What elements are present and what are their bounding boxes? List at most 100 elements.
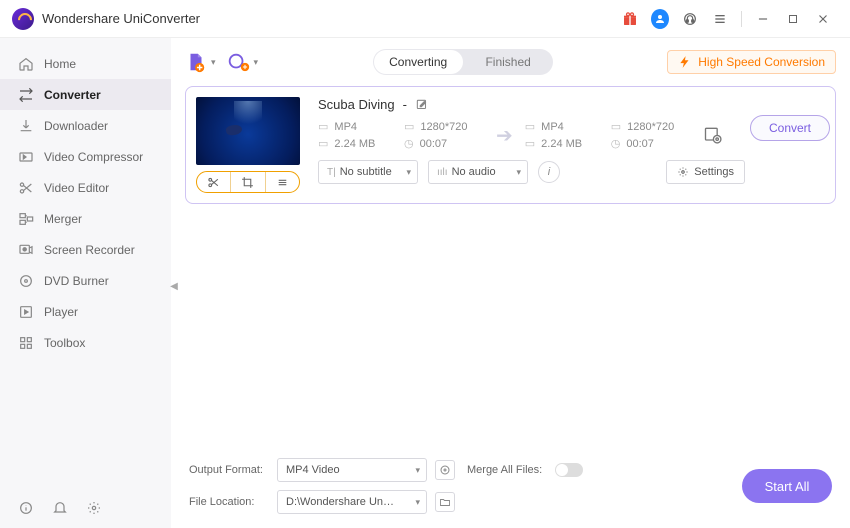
minimize-button[interactable] bbox=[754, 10, 772, 28]
tab-segment: Converting Finished bbox=[373, 49, 553, 75]
menu-icon[interactable] bbox=[711, 10, 729, 28]
output-format-settings-button[interactable] bbox=[435, 460, 455, 480]
sidebar-item-screen-recorder[interactable]: Screen Recorder bbox=[0, 234, 171, 265]
app-title: Wondershare UniConverter bbox=[42, 11, 200, 26]
output-settings-button[interactable] bbox=[703, 125, 723, 145]
disc-icon bbox=[18, 273, 34, 289]
rename-button[interactable] bbox=[415, 98, 429, 112]
subtitle-select[interactable]: T|No subtitle▾ bbox=[318, 160, 418, 184]
sidebar-label: Player bbox=[44, 305, 78, 319]
scissors-icon bbox=[18, 180, 34, 196]
sidebar-item-player[interactable]: Player bbox=[0, 296, 171, 327]
subtitle-value: No subtitle bbox=[340, 166, 392, 178]
info-icon[interactable] bbox=[18, 500, 34, 516]
src-size: 2.24 MB bbox=[334, 138, 375, 150]
sidebar-label: DVD Burner bbox=[44, 274, 109, 288]
edit-tools bbox=[196, 171, 300, 193]
notification-icon[interactable] bbox=[52, 500, 68, 516]
gift-icon[interactable] bbox=[621, 10, 639, 28]
play-icon bbox=[18, 304, 34, 320]
resolution-icon: ▭ bbox=[404, 120, 414, 133]
size-icon: ▭ bbox=[525, 137, 535, 150]
sidebar-label: Video Editor bbox=[44, 181, 109, 195]
tab-converting[interactable]: Converting bbox=[374, 50, 463, 74]
lightning-icon bbox=[678, 55, 692, 69]
open-folder-button[interactable] bbox=[435, 492, 455, 512]
support-icon[interactable] bbox=[681, 10, 699, 28]
chevron-down-icon: ▾ bbox=[415, 497, 420, 508]
src-resolution: 1280*720 bbox=[420, 121, 467, 133]
convert-button[interactable]: Convert bbox=[750, 115, 830, 141]
high-speed-label: High Speed Conversion bbox=[698, 55, 825, 69]
audio-select[interactable]: ıılıNo audio▾ bbox=[428, 160, 528, 184]
sidebar-item-downloader[interactable]: Downloader bbox=[0, 110, 171, 141]
sidebar-item-video-editor[interactable]: Video Editor bbox=[0, 172, 171, 203]
sidebar-label: Downloader bbox=[44, 119, 108, 133]
sidebar-label: Toolbox bbox=[44, 336, 85, 350]
close-button[interactable] bbox=[814, 10, 832, 28]
target-meta: ▭MP4 ▭1280*720 ▭2.24 MB ◷00:07 bbox=[525, 120, 691, 150]
merge-icon bbox=[18, 211, 34, 227]
trim-button[interactable] bbox=[197, 172, 230, 192]
sidebar-item-converter[interactable]: Converter bbox=[0, 79, 171, 110]
merge-toggle[interactable] bbox=[555, 463, 583, 477]
account-avatar[interactable] bbox=[651, 10, 669, 28]
content: ▾ ▾ Converting Finished High Speed Conve… bbox=[171, 38, 850, 528]
add-file-button[interactable]: ▾ bbox=[185, 51, 216, 73]
dst-duration: 00:07 bbox=[626, 138, 654, 150]
sidebar-item-home[interactable]: Home bbox=[0, 48, 171, 79]
sidebar-item-merger[interactable]: Merger bbox=[0, 203, 171, 234]
start-all-button[interactable]: Start All bbox=[742, 469, 832, 503]
crop-button[interactable] bbox=[230, 172, 264, 192]
output-format-select[interactable]: MP4 Video ▾ bbox=[277, 458, 427, 482]
format-icon: ▭ bbox=[525, 120, 535, 133]
sidebar-item-video-compressor[interactable]: Video Compressor bbox=[0, 141, 171, 172]
chevron-down-icon: ▾ bbox=[406, 167, 411, 178]
home-icon bbox=[18, 56, 34, 72]
source-meta: ▭MP4 ▭1280*720 ▭2.24 MB ◷00:07 bbox=[318, 120, 484, 150]
file-location-label: File Location: bbox=[189, 496, 269, 508]
sidebar-label: Video Compressor bbox=[44, 150, 143, 164]
merge-label: Merge All Files: bbox=[467, 464, 547, 476]
file-location-value: D:\Wondershare UniConverter bbox=[286, 496, 396, 508]
maximize-button[interactable] bbox=[784, 10, 802, 28]
app-logo bbox=[12, 8, 34, 30]
audio-value: No audio bbox=[452, 166, 496, 178]
size-icon: ▭ bbox=[318, 137, 328, 150]
format-icon: ▭ bbox=[318, 120, 328, 133]
effects-button[interactable] bbox=[265, 172, 299, 192]
titlebar: Wondershare UniConverter bbox=[0, 0, 850, 38]
grid-icon bbox=[18, 335, 34, 351]
output-format-value: MP4 Video bbox=[286, 464, 340, 476]
footer: Output Format: MP4 Video ▾ Merge All File… bbox=[171, 450, 850, 528]
tab-finished[interactable]: Finished bbox=[464, 49, 553, 75]
chevron-down-icon: ▾ bbox=[415, 465, 420, 476]
high-speed-button[interactable]: High Speed Conversion bbox=[667, 50, 836, 74]
chevron-down-icon: ▾ bbox=[254, 57, 259, 68]
src-duration: 00:07 bbox=[420, 138, 448, 150]
output-format-label: Output Format: bbox=[189, 464, 269, 476]
resolution-icon: ▭ bbox=[611, 120, 621, 133]
sidebar-label: Merger bbox=[44, 212, 82, 226]
chevron-down-icon: ▾ bbox=[211, 57, 216, 68]
settings-icon[interactable] bbox=[86, 500, 102, 516]
file-title-dash: - bbox=[403, 97, 407, 112]
info-button[interactable]: i bbox=[538, 161, 560, 183]
src-format: MP4 bbox=[334, 121, 357, 133]
sidebar-collapse-button[interactable]: ◀ bbox=[169, 278, 179, 294]
file-card: Scuba Diving - ▭MP4 ▭1280*720 ▭2.24 MB ◷… bbox=[185, 86, 836, 204]
settings-label: Settings bbox=[694, 166, 734, 178]
file-settings-button[interactable]: Settings bbox=[666, 160, 745, 184]
sidebar: Home Converter Downloader Video Compress… bbox=[0, 38, 171, 528]
chevron-down-icon: ▾ bbox=[516, 167, 521, 178]
add-url-button[interactable]: ▾ bbox=[226, 51, 259, 73]
file-title-row: Scuba Diving - bbox=[318, 97, 745, 112]
sidebar-item-dvd-burner[interactable]: DVD Burner bbox=[0, 265, 171, 296]
sidebar-item-toolbox[interactable]: Toolbox bbox=[0, 327, 171, 358]
file-location-select[interactable]: D:\Wondershare UniConverter ▾ bbox=[277, 490, 427, 514]
file-title: Scuba Diving bbox=[318, 97, 395, 112]
sidebar-label: Screen Recorder bbox=[44, 243, 135, 257]
arrow-icon: ➔ bbox=[490, 123, 519, 148]
gear-icon bbox=[677, 166, 689, 178]
video-thumbnail[interactable] bbox=[196, 97, 300, 165]
